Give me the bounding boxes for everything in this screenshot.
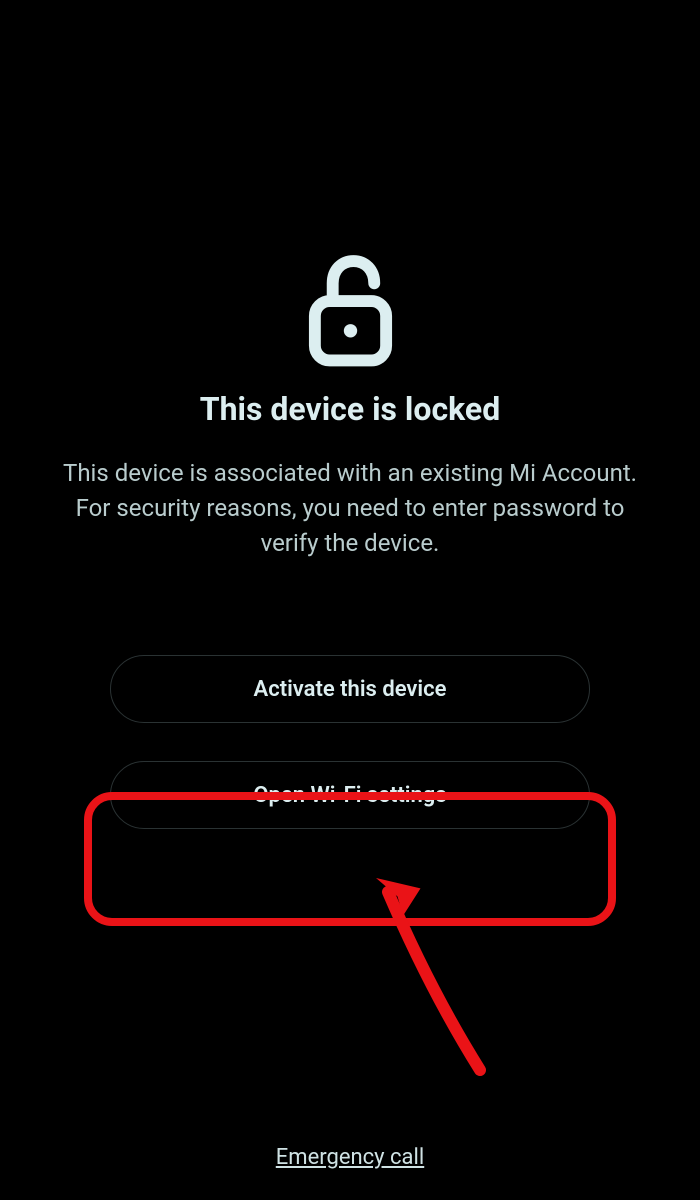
lock-open-icon — [303, 250, 398, 370]
emergency-call-link[interactable]: Emergency call — [276, 1145, 424, 1170]
lock-description: This device is associated with an existi… — [55, 456, 645, 560]
activate-device-button[interactable]: Activate this device — [110, 655, 590, 723]
page-title: This device is locked — [200, 390, 500, 428]
open-wifi-settings-label: Open Wi-Fi settings — [253, 783, 446, 808]
annotation-arrow-icon — [370, 870, 510, 1090]
lock-screen: This device is locked This device is ass… — [0, 0, 700, 1200]
open-wifi-settings-button[interactable]: Open Wi-Fi settings — [110, 761, 590, 829]
activate-device-label: Activate this device — [254, 677, 447, 702]
lock-icon — [303, 250, 398, 370]
